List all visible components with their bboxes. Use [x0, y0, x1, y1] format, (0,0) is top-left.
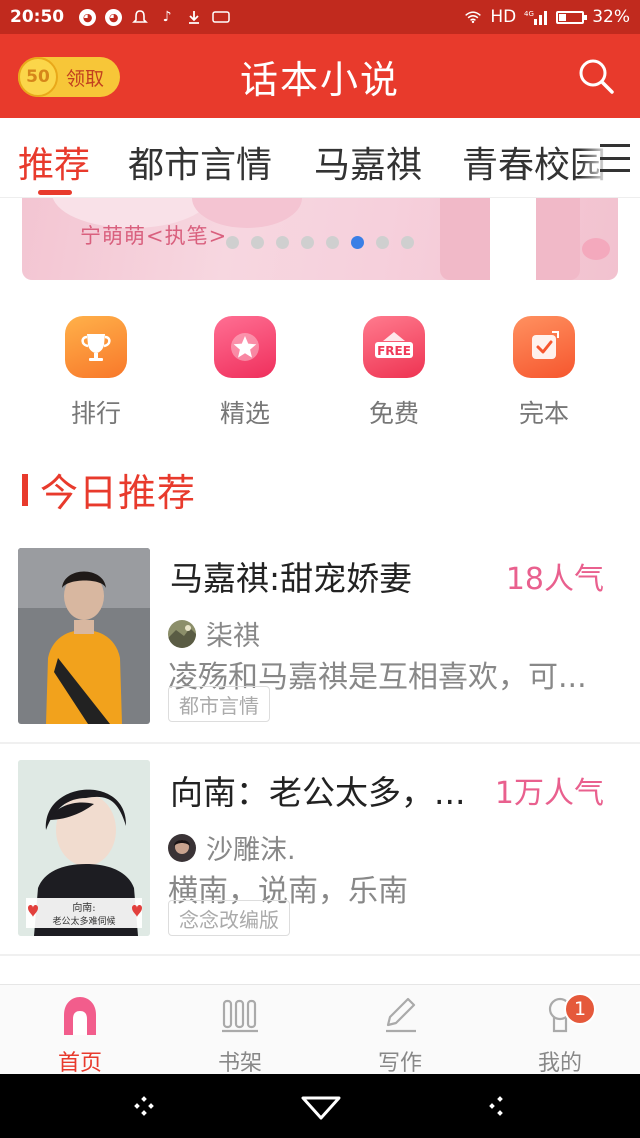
back-button[interactable] — [480, 1090, 512, 1122]
status-left: 20:50 ◕ ◕ ♪ — [10, 7, 230, 27]
app-title: 话本小说 — [239, 57, 400, 102]
nav-label: 我的 — [537, 1051, 582, 1076]
download-icon — [185, 8, 203, 26]
tab-ma-jiaqi[interactable]: 马嘉祺 — [314, 136, 422, 188]
status-time: 20:50 — [10, 7, 65, 27]
book-item[interactable]: 马嘉祺:甜宠娇妻 18人气 柒祺 凌殇和马嘉祺是互相喜欢，可... 都市言情 — [0, 530, 640, 742]
home-button[interactable] — [300, 1090, 342, 1122]
carousel-dot[interactable] — [251, 236, 264, 249]
book-title: 向南：老公太多，... — [170, 773, 466, 812]
tab-urban-romance[interactable]: 都市言情 — [128, 136, 272, 188]
svg-text:FREE: FREE — [377, 344, 411, 358]
bottom-nav: 首页 书架 写作 我的 1 — [0, 984, 640, 1077]
message-icon — [212, 8, 230, 26]
carousel-dot[interactable] — [351, 236, 364, 249]
book-popularity: 18人气 — [505, 562, 604, 597]
search-icon — [579, 59, 614, 94]
carousel-dot[interactable] — [326, 236, 339, 249]
book-tag[interactable]: 念念改编版 — [168, 900, 290, 936]
nav-label: 首页 — [57, 1051, 102, 1076]
nav-profile[interactable]: 我的 1 — [510, 993, 610, 1077]
category-tabs: 推荐 都市言情 马嘉祺 青春校园 — [0, 118, 640, 198]
search-button[interactable] — [576, 56, 616, 96]
section-accent-bar — [22, 473, 28, 506]
divider — [0, 954, 640, 956]
nav-label: 书架 — [217, 1051, 262, 1076]
author-avatar — [168, 833, 196, 862]
nav-write[interactable]: 写作 — [350, 993, 450, 1077]
trophy-icon — [65, 316, 127, 378]
nav-label: 写作 — [377, 1051, 422, 1076]
entry-featured[interactable]: 精选 — [195, 316, 295, 430]
claim-label: 领取 — [66, 67, 105, 90]
battery-icon — [556, 10, 588, 24]
book-author: 柒祺 — [206, 621, 260, 652]
book-author-row: 沙雕沫. — [168, 828, 296, 867]
bookshelf-icon — [216, 993, 264, 1037]
book-cover — [18, 548, 150, 724]
tabs-menu-icon[interactable] — [600, 144, 630, 172]
coin-icon: 50 — [18, 57, 58, 97]
section-heading: 今日推荐 — [22, 462, 196, 517]
bell-icon — [131, 8, 149, 26]
system-nav-bar — [0, 1074, 640, 1138]
carousel-dot[interactable] — [376, 236, 389, 249]
battery-percent: 32% — [592, 7, 630, 27]
home-icon — [56, 993, 104, 1037]
claim-coins-button[interactable]: 50 领取 — [18, 57, 120, 97]
section-title: 今日推荐 — [40, 471, 197, 515]
notification-badge: 1 — [564, 993, 596, 1025]
status-right: HD 4G 32% — [464, 7, 630, 27]
entry-label: 精选 — [219, 399, 270, 428]
app-notification-icon: ◕ — [79, 8, 97, 26]
back-icon — [489, 1096, 503, 1116]
cover-caption: 老公太多难伺候 — [52, 915, 115, 927]
author-avatar — [168, 619, 196, 648]
check-icon — [513, 316, 575, 378]
book-title: 马嘉祺:甜宠娇妻 — [170, 559, 413, 598]
book-tag[interactable]: 都市言情 — [168, 686, 270, 722]
app-notification-icon: ◕ — [105, 8, 123, 26]
book-author-row: 柒祺 — [168, 614, 260, 653]
free-icon: FREE — [363, 316, 425, 378]
signal-icon: 4G — [524, 8, 548, 26]
menu-dots-icon — [134, 1096, 154, 1116]
book-popularity: 1万人气 — [494, 776, 604, 811]
entry-ranking[interactable]: 排行 — [46, 316, 146, 430]
carousel-indicator — [226, 236, 414, 249]
quick-entries: 排行 精选 FREE 免费 完本 — [0, 316, 640, 436]
entry-free[interactable]: FREE 免费 — [344, 316, 444, 430]
signal-label: 4G — [524, 10, 534, 18]
nav-home[interactable]: 首页 — [30, 993, 130, 1077]
carousel-dot[interactable] — [276, 236, 289, 249]
wifi-icon — [464, 8, 482, 26]
tab-recommend[interactable]: 推荐 — [18, 136, 90, 188]
book-author: 沙雕沫. — [206, 835, 296, 866]
carousel-dot[interactable] — [301, 236, 314, 249]
banner-author: 宁萌萌<执笔> — [80, 224, 228, 248]
entry-label: 完本 — [518, 399, 569, 428]
tiktok-icon: ♪ — [162, 9, 172, 25]
menu-button[interactable] — [128, 1090, 160, 1122]
carousel-dot[interactable] — [401, 236, 414, 249]
entry-completed[interactable]: 完本 — [494, 316, 594, 430]
carousel-dot[interactable] — [226, 236, 239, 249]
entry-label: 免费 — [368, 399, 419, 428]
book-item[interactable]: 向南: 老公太多难伺候 向南：老公太多，... 1万人气 沙雕沫. 横南，说南，… — [0, 744, 640, 954]
status-bar: 20:50 ◕ ◕ ♪ HD 4G 32% — [0, 0, 640, 34]
cover-caption: 向南: — [72, 901, 95, 914]
entry-label: 排行 — [70, 399, 121, 428]
star-icon — [214, 316, 276, 378]
active-tab-indicator — [38, 190, 72, 195]
app-header: 50 领取 话本小说 — [0, 34, 640, 118]
network-type: HD — [490, 7, 517, 27]
diamond-home-icon — [301, 1096, 341, 1120]
pencil-icon — [376, 993, 424, 1037]
heart-icon — [582, 238, 610, 260]
book-cover: 向南: 老公太多难伺候 — [18, 760, 150, 936]
banner-image-detail — [490, 198, 536, 280]
nav-bookshelf[interactable]: 书架 — [190, 993, 290, 1077]
